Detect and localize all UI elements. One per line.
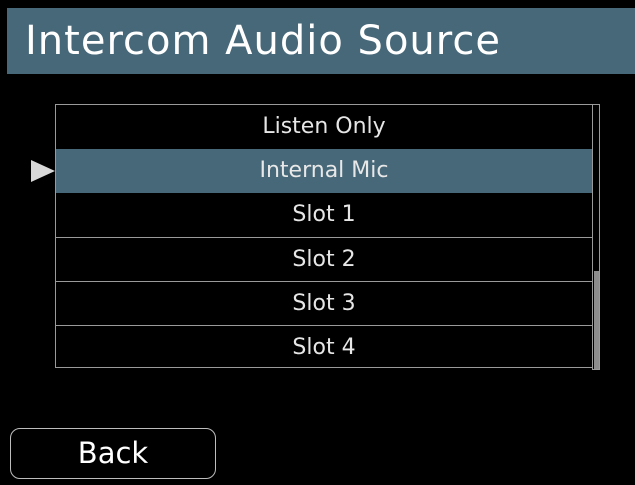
list-item-slot-4[interactable]: Slot 4 bbox=[56, 325, 592, 369]
list-item-label: Internal Mic bbox=[259, 158, 389, 183]
scrollbar-thumb[interactable] bbox=[594, 271, 599, 369]
list-item-internal-mic[interactable]: Internal Mic bbox=[56, 149, 592, 193]
list-item-label: Listen Only bbox=[262, 114, 386, 139]
list-item-label: Slot 3 bbox=[292, 291, 356, 316]
page-title: Intercom Audio Source bbox=[7, 8, 635, 74]
back-button[interactable]: Back bbox=[10, 428, 216, 479]
list-item-slot-3[interactable]: Slot 3 bbox=[56, 281, 592, 325]
list-item-slot-1[interactable]: Slot 1 bbox=[56, 193, 592, 237]
list-item-listen-only[interactable]: Listen Only bbox=[56, 105, 592, 149]
scrollbar[interactable] bbox=[592, 104, 600, 370]
source-list: Listen Only Internal Mic Slot 1 Slot 2 S… bbox=[55, 104, 592, 368]
list-item-label: Slot 2 bbox=[292, 247, 356, 272]
selection-pointer-icon bbox=[31, 160, 55, 182]
screen: Intercom Audio Source Listen Only Intern… bbox=[0, 0, 635, 485]
list-item-slot-2[interactable]: Slot 2 bbox=[56, 237, 592, 281]
list-item-label: Slot 1 bbox=[292, 202, 356, 227]
list-item-label: Slot 4 bbox=[292, 335, 356, 360]
